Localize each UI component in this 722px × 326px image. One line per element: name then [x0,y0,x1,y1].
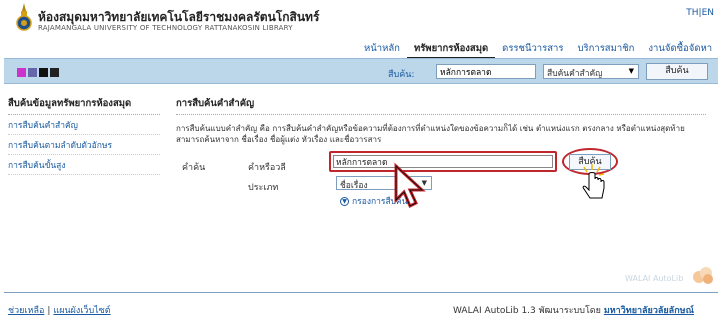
theme-swatch-dark[interactable] [50,68,59,77]
sidebar-item-alphabetical-search[interactable]: การสืบค้นตามลำดับตัวอักษร [8,135,160,155]
arrow-cursor-icon [394,162,426,208]
expand-icon: ▼ [340,197,349,206]
theme-swatch-purple[interactable] [28,68,37,77]
nav-library-resources[interactable]: ทรัพยากรห้องสมุด [406,41,496,59]
theme-swatch-black[interactable] [39,68,48,77]
main-content: สืบค้นข้อมูลทรัพยากรห้องสมุด การสืบค้นคำ… [4,84,718,292]
keyword-label: คำหรือวลี [248,163,286,173]
library-title-english: RAJAMANGALA UNIVERSITY OF TECHNOLOGY RAT… [38,24,293,32]
quick-search-bar: สืบค้น: สืบค้นคำสำคัญ ▼ สืบค้น [4,58,718,84]
sidebar-item-advanced-search[interactable]: การสืบค้นขั้นสูง [8,155,160,175]
language-switcher: TH|EN [686,8,714,18]
footer-links: ช่วยเหลือ | แผนผังเว็บไซต์ [8,303,111,317]
sidebar: สืบค้นข้อมูลทรัพยากรห้องสมุด การสืบค้นคำ… [8,96,160,175]
nav-home[interactable]: หน้าหลัก [357,41,407,59]
quick-search-button[interactable]: สืบค้น [646,63,708,80]
lang-en-link[interactable]: EN [702,8,714,18]
footer-separator: | [47,306,51,316]
keyword-search-panel: การสืบค้นคำสำคัญ การสืบค้นแบบคำสำคัญ คือ… [176,96,706,145]
footer-credit: WALAI AutoLib 1.3 พัฒนาระบบโดย มหาวิทยาล… [453,303,694,317]
university-logo-icon [16,3,32,31]
chevron-down-icon: ▼ [628,67,634,75]
lang-th-link[interactable]: TH [686,8,698,18]
nav-member-services[interactable]: บริการสมาชิก [570,41,641,59]
search-terms-label: คำค้น [182,163,206,173]
panel-title: การสืบค้นคำสำคัญ [176,96,706,115]
header: ห้องสมุดมหาวิทยาลัยเทคโนโลยีราชมงคลรัตนโ… [0,0,722,59]
quick-search-type-select[interactable]: สืบค้นคำสำคัญ ▼ [543,64,639,79]
autolib-watermark: WALAI AutoLib [625,274,684,283]
nav-acquisitions[interactable]: งานจัดซื้อจัดหา [641,41,719,59]
type-label: ประเภท [248,183,279,193]
theme-swatches [17,68,59,77]
credit-text: WALAI AutoLib 1.3 พัฒนาระบบโดย [453,306,601,316]
sidebar-item-keyword-search[interactable]: การสืบค้นคำสำคัญ [8,115,160,135]
top-navigation: หน้าหลัก ทรัพยากรห้องสมุด ดรรชนีวารสาร บ… [357,41,719,59]
quick-search-type-value: สืบค้นคำสำคัญ [547,69,603,79]
help-link[interactable]: ช่วยเหลือ [8,306,44,316]
quick-search-label: สืบค้น: [388,70,415,80]
credit-link[interactable]: มหาวิทยาลัยวลัยลักษณ์ [604,306,694,316]
nav-journal-index[interactable]: ดรรชนีวารสาร [495,41,570,59]
sidebar-title: สืบค้นข้อมูลทรัพยากรห้องสมุด [8,96,160,115]
search-type-value: ชื่อเรื่อง [340,181,368,191]
panel-description: การสืบค้นแบบคำสำคัญ คือ การสืบค้นคำสำคัญ… [176,124,685,144]
sitemap-link[interactable]: แผนผังเว็บไซต์ [53,306,110,316]
footer-divider [4,292,718,293]
keyword-input-highlight [329,151,557,172]
theme-swatch-magenta[interactable] [17,68,26,77]
autolib-logo-icon [693,267,713,284]
quick-search-input[interactable] [436,64,536,79]
keyword-input[interactable] [333,155,553,168]
hand-cursor-icon [582,164,605,199]
